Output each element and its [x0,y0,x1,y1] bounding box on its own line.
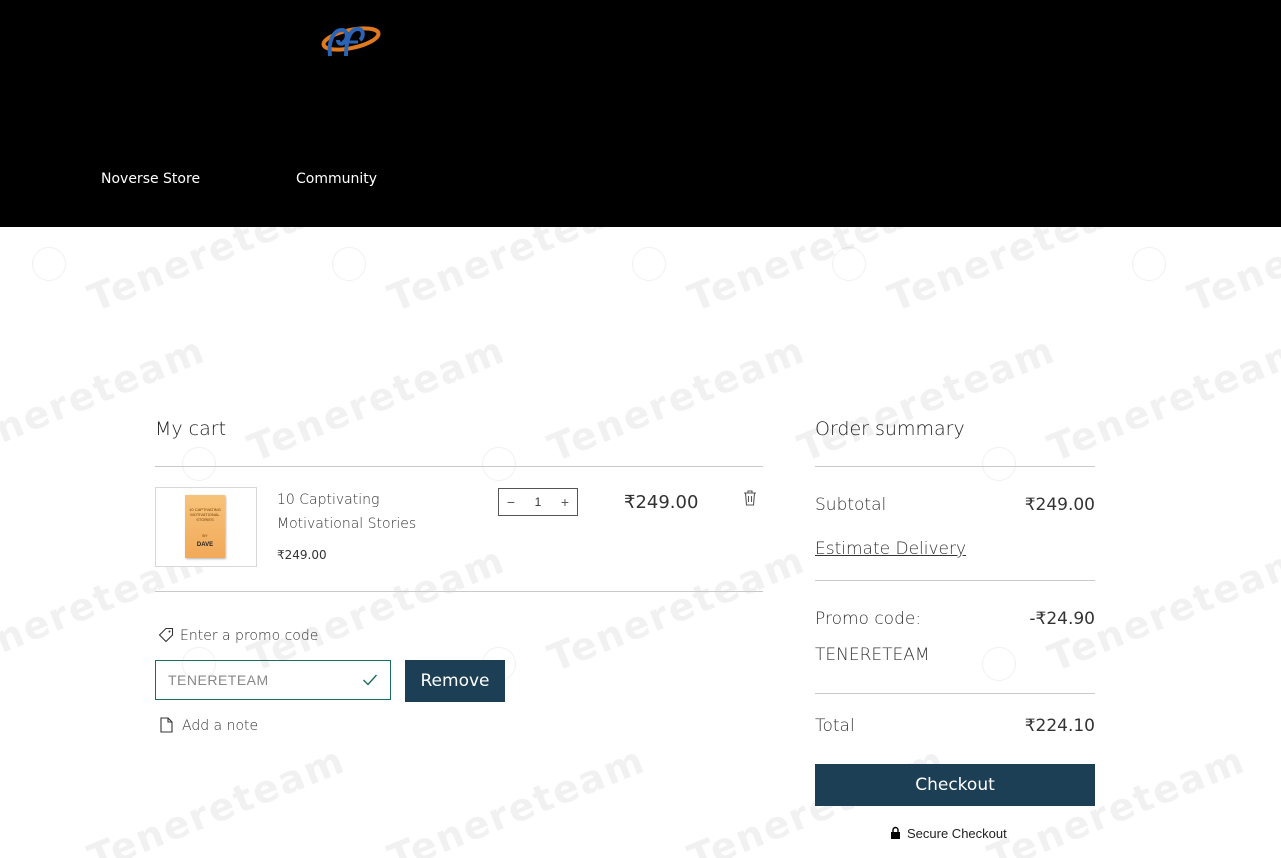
tag-icon [158,627,174,643]
book-cover-image: 10 CAPTIVATING MOTIVATIONAL STORIES BY D… [185,495,225,558]
promo-code-toggle[interactable]: Enter a promo code [158,627,318,644]
watermark-text: Tenereteam [81,737,352,858]
promo-code-input[interactable]: TENERETEAM [155,660,391,700]
book-cover-by: BY [202,533,208,538]
secure-checkout: Secure Checkout [890,826,1007,841]
cart-title: My cart [155,418,227,440]
remove-item-trash-icon[interactable] [742,489,758,507]
promo-code-label: Enter a promo code [180,628,319,644]
subtotal-value: ₹249.00 [1024,495,1095,515]
nav-community[interactable]: Community [296,171,377,187]
watermark-seal [632,247,666,281]
product-unit-price: ₹249.00 [277,548,327,562]
remove-promo-button[interactable]: Remove [405,660,505,702]
watermark-seal [32,247,66,281]
divider [155,466,763,467]
watermark-seal [982,647,1016,681]
divider [155,591,763,592]
watermark-text: Tenereteam [81,227,352,321]
promo-discount-value: -₹24.90 [1029,609,1095,629]
watermark-text: Tenereteam [541,537,812,681]
watermark-text: Tenereteam [381,227,652,321]
watermark-text: Tenereteam [681,227,952,321]
promo-code-value: TENERETEAM [168,672,269,688]
watermark-text: Tenereteam [1181,227,1281,321]
watermark-text: Tenereteam [881,227,1152,321]
check-icon [363,674,378,686]
total-label: Total [815,716,855,736]
watermark-text: Tenereteam [1041,327,1281,471]
secure-checkout-label: Secure Checkout [907,826,1007,841]
product-name[interactable]: 10 Captivating Motivational Stories [277,488,447,536]
divider [815,693,1095,694]
watermark-seal [1132,247,1166,281]
add-note-label: Add a note [182,718,259,734]
watermark-text: Tenereteam [241,327,512,471]
watermark-text: Tenereteam [541,327,812,471]
total-value: ₹224.10 [1024,716,1095,736]
divider [815,466,1095,467]
watermark-seal [332,247,366,281]
site-header: Noverse Store Community [0,0,1281,227]
watermark-text: Tenereteam [0,327,212,471]
note-icon [160,717,173,733]
quantity-input[interactable]: 1 [525,489,551,515]
order-summary-title: Order summary [815,418,965,440]
subtotal-label: Subtotal [815,495,887,515]
estimate-delivery-link[interactable]: Estimate Delivery [815,539,966,559]
watermark-text: Tenereteam [381,737,652,858]
divider [815,580,1095,581]
book-cover-title: 10 CAPTIVATING MOTIVATIONAL STORIES [189,507,221,522]
add-note-toggle[interactable]: Add a note [160,717,258,734]
watermark-text: Tenereteam [791,327,1062,471]
watermark-seal [982,447,1016,481]
nav-noverse-store[interactable]: Noverse Store [101,171,200,187]
increment-button[interactable]: + [553,489,577,515]
logo[interactable] [320,20,382,60]
promo-code-summary-label: Promo code: [815,609,922,629]
watermark-seal [482,447,516,481]
decrement-button[interactable]: − [499,489,523,515]
lock-icon [891,826,900,839]
watermark-seal [182,447,216,481]
watermark-seal [832,247,866,281]
line-total: ₹249.00 [624,492,699,513]
applied-promo-code: TENERETEAM [815,645,930,665]
book-cover-author: DAVE [196,542,214,548]
product-thumbnail[interactable]: 10 CAPTIVATING MOTIVATIONAL STORIES BY D… [155,487,257,567]
quantity-stepper: − 1 + [498,488,578,516]
checkout-button[interactable]: Checkout [815,764,1095,806]
